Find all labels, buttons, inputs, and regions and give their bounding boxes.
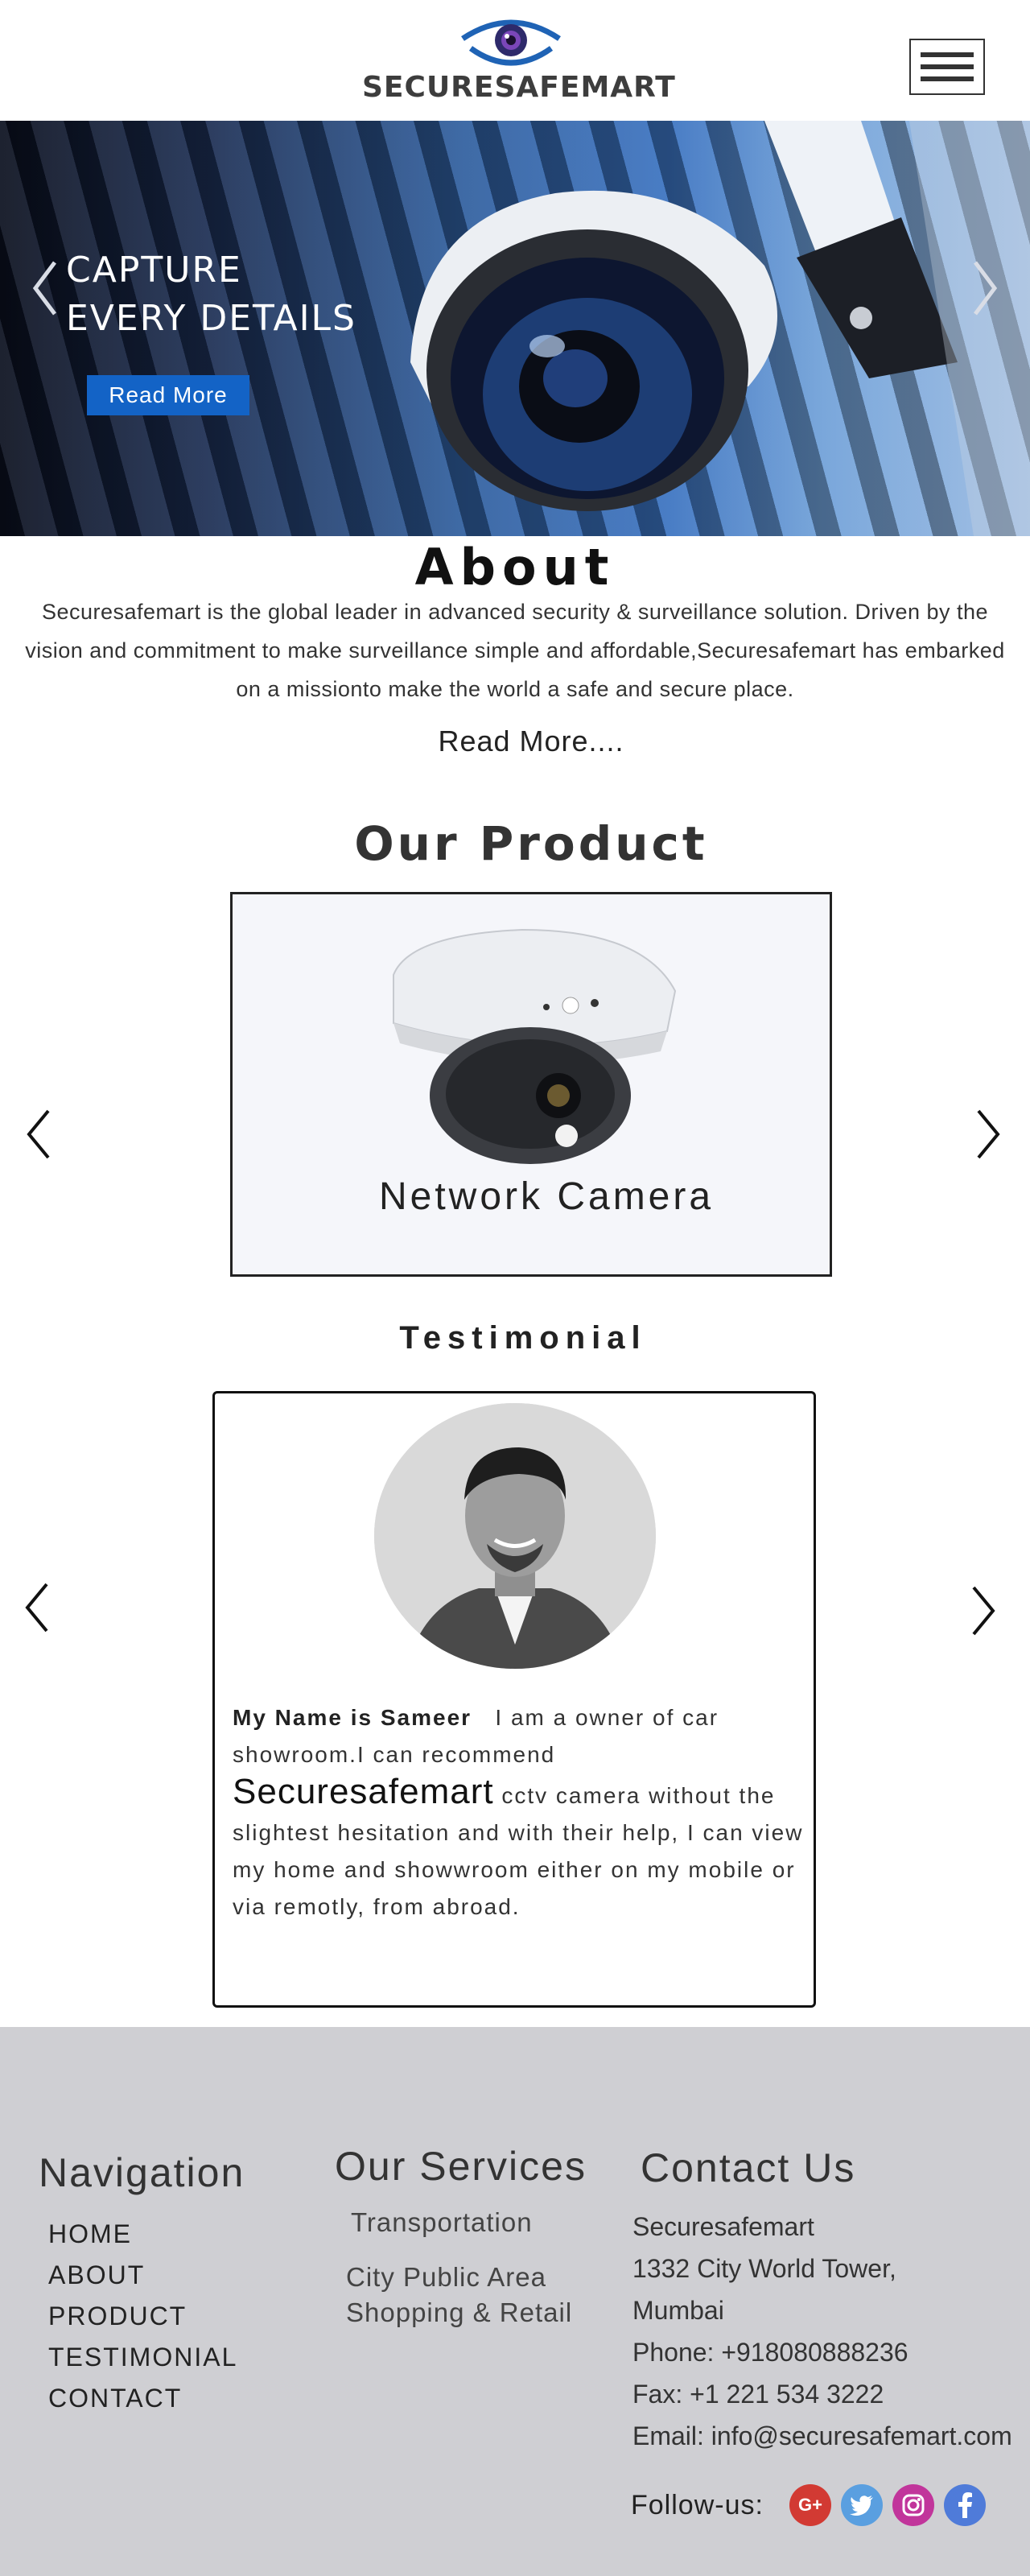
twitter-bird-glyph <box>849 2496 873 2516</box>
service-city-public-area[interactable]: City Public Area <box>346 2262 587 2293</box>
contact-phone[interactable]: Phone: +918080888236 <box>632 2331 1012 2373</box>
about-read-more-link[interactable]: Read More.... <box>0 724 1030 758</box>
contact-email[interactable]: Email: info@securesafemart.com <box>632 2415 1012 2457</box>
testimonial-avatar <box>374 1403 656 1669</box>
twitter-icon[interactable] <box>840 2484 883 2526</box>
instagram-icon[interactable] <box>892 2484 934 2526</box>
contact-address-line2: Mumbai <box>632 2296 724 2325</box>
testimonial-prev-arrow-icon[interactable] <box>21 1579 53 1636</box>
footer-nav-product[interactable]: PRODUCT <box>48 2296 245 2337</box>
contact-address-line1: 1332 City World Tower, <box>632 2254 896 2283</box>
brand-name: SECURESAFEMART <box>362 71 676 104</box>
service-transportation[interactable]: Transportation <box>351 2207 587 2238</box>
hero-prev-arrow-icon[interactable] <box>29 256 61 320</box>
hero-line-2: EVERY DETAILS <box>66 298 356 339</box>
product-section-title: Our Product <box>354 816 708 871</box>
hero-headline: CAPTURE EVERY DETAILS <box>66 246 356 343</box>
hero-line-1: CAPTURE <box>66 250 242 291</box>
hero-next-arrow-icon[interactable] <box>969 256 1001 320</box>
hero-slider: CAPTURE EVERY DETAILS Read More <box>0 121 1030 536</box>
footer-services: Our Services Transportation City Public … <box>335 2143 587 2328</box>
testimonial-text: My Name is Sameer I am a owner of car sh… <box>233 1699 812 1926</box>
about-title: About <box>414 538 616 597</box>
site-logo[interactable]: SECURESAFEMART <box>362 13 676 109</box>
hero-read-more-button[interactable]: Read More <box>87 375 249 415</box>
footer-nav-testimonial[interactable]: TESTIMONIAL <box>48 2337 245 2378</box>
testimonial-section-title: Testimonial <box>399 1320 647 1356</box>
product-name: Network Camera <box>378 1175 715 1218</box>
contact-fax: Fax: +1 221 534 3222 <box>632 2380 884 2409</box>
google-plus-glyph: G+ <box>797 2495 822 2515</box>
footer-navigation: Navigation HOME ABOUT PRODUCT TESTIMONIA… <box>39 2149 245 2419</box>
footer-navigation-title: Navigation <box>39 2150 245 2195</box>
facebook-icon[interactable] <box>943 2484 986 2526</box>
site-footer: Navigation HOME ABOUT PRODUCT TESTIMONIA… <box>0 2027 1030 2576</box>
facebook-f-glyph <box>958 2492 972 2518</box>
footer-nav-list: HOME ABOUT PRODUCT TESTIMONIAL CONTACT <box>39 2214 245 2419</box>
product-card[interactable]: Network Camera <box>230 892 832 1277</box>
footer-nav-contact[interactable]: CONTACT <box>48 2378 245 2419</box>
footer-nav-home[interactable]: HOME <box>48 2214 245 2255</box>
hamburger-icon-bar <box>921 52 974 57</box>
testimonial-card: My Name is Sameer I am a owner of car sh… <box>212 1391 816 2008</box>
testimonial-brand: Securesafemart <box>233 1772 494 1811</box>
product-prev-arrow-icon[interactable] <box>23 1106 55 1162</box>
eye-logo-icon <box>461 19 561 66</box>
hamburger-icon-bar <box>921 76 974 81</box>
contact-company: Securesafemart <box>632 2212 814 2241</box>
network-camera-image <box>393 928 677 1164</box>
service-shopping-retail[interactable]: Shopping & Retail <box>346 2297 587 2328</box>
follow-label: Follow-us: <box>631 2489 764 2520</box>
footer-contact-title: Contact Us <box>641 2145 856 2190</box>
product-next-arrow-icon[interactable] <box>972 1106 1004 1162</box>
site-header: SECURESAFEMART <box>0 0 1030 121</box>
footer-services-title: Our Services <box>335 2144 587 2189</box>
instagram-camera-glyph <box>902 2494 925 2516</box>
contact-details: Securesafemart 1332 City World Tower, Mu… <box>632 2206 1012 2457</box>
footer-nav-about[interactable]: ABOUT <box>48 2255 245 2296</box>
social-follow: Follow-us: G+ <box>631 2484 986 2526</box>
person-photo-icon <box>374 1403 656 1669</box>
about-text: Securesafemart is the global leader in a… <box>25 600 1005 701</box>
footer-contact: Contact Us Securesafemart 1332 City Worl… <box>632 2145 1012 2457</box>
hamburger-icon-bar <box>921 64 974 69</box>
dome-camera-image <box>410 121 1030 536</box>
hamburger-menu-button[interactable] <box>909 39 985 95</box>
testimonial-name: My Name is Sameer <box>233 1705 472 1730</box>
testimonial-next-arrow-icon[interactable] <box>967 1583 999 1639</box>
google-plus-icon[interactable]: G+ <box>789 2484 831 2526</box>
